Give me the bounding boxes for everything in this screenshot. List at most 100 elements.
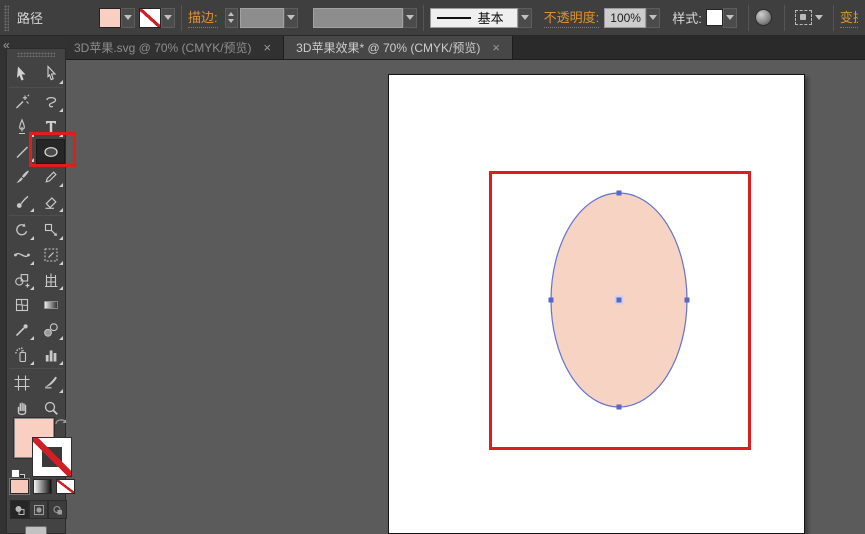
select-similar-dropdown[interactable] bbox=[815, 15, 823, 20]
tab-label: 3D苹果.svg @ 70% (CMYK/预览) bbox=[74, 39, 252, 56]
screen-mode-button[interactable] bbox=[21, 526, 51, 534]
graphic-style-swatch[interactable] bbox=[706, 9, 723, 26]
blend-tool[interactable] bbox=[36, 317, 65, 342]
opacity-value-field[interactable]: 100% bbox=[604, 8, 646, 28]
zoom-icon bbox=[42, 399, 60, 417]
anchor-point-left[interactable] bbox=[549, 298, 554, 303]
lasso-tool[interactable] bbox=[36, 89, 65, 114]
opacity-dropdown[interactable] bbox=[646, 8, 660, 28]
chevron-down-icon bbox=[287, 15, 295, 20]
center-point[interactable] bbox=[617, 298, 622, 303]
stroke-style-dropdown[interactable] bbox=[518, 8, 532, 28]
document-tab-2[interactable]: 3D苹果效果* @ 70% (CMYK/预览) × bbox=[284, 36, 513, 59]
transform-panel-link[interactable]: 变换 bbox=[840, 7, 858, 28]
width-tool[interactable] bbox=[7, 242, 36, 267]
stroke-style-value: 基本 bbox=[478, 8, 504, 27]
stroke-style-field[interactable]: 基本 bbox=[430, 8, 518, 28]
artboard-icon bbox=[13, 374, 31, 392]
lasso-icon bbox=[42, 93, 60, 111]
tab-close-icon[interactable]: × bbox=[264, 41, 272, 54]
magic-wand-tool[interactable] bbox=[7, 89, 36, 114]
paintbrush-icon bbox=[13, 168, 31, 186]
stroke-width-field[interactable] bbox=[240, 8, 284, 28]
fill-color-dropdown[interactable] bbox=[121, 8, 135, 28]
tools-dock: « bbox=[0, 36, 66, 534]
eraser-icon bbox=[42, 193, 60, 211]
default-fill-mini bbox=[11, 469, 20, 478]
symbol-sprayer-tool[interactable] bbox=[7, 342, 36, 367]
panel-grip-icon[interactable] bbox=[17, 52, 55, 57]
document-tab-bar: 3D苹果.svg @ 70% (CMYK/预览) × 3D苹果效果* @ 70%… bbox=[0, 36, 865, 60]
draw-normal-button[interactable] bbox=[10, 500, 29, 519]
artboard-tool[interactable] bbox=[7, 370, 36, 395]
annotation-red-box-tool bbox=[29, 132, 76, 167]
gradient-tool[interactable] bbox=[36, 292, 65, 317]
panel-grip-icon[interactable] bbox=[4, 5, 9, 31]
draw-behind-button[interactable] bbox=[29, 500, 48, 519]
brush-definition-dropdown[interactable] bbox=[403, 8, 417, 28]
hand-tool[interactable] bbox=[7, 395, 36, 420]
scale-tool[interactable] bbox=[36, 217, 65, 242]
separator bbox=[748, 5, 749, 31]
eraser-tool[interactable] bbox=[36, 189, 65, 214]
tab-close-icon[interactable]: × bbox=[492, 41, 500, 54]
fill-color-swatch[interactable] bbox=[99, 8, 121, 28]
opacity-panel-link[interactable]: 不透明度: bbox=[544, 7, 600, 28]
hand-icon bbox=[13, 399, 31, 417]
color-button[interactable] bbox=[10, 479, 29, 494]
separator bbox=[423, 5, 424, 31]
direct-selection-arrow-icon bbox=[42, 65, 60, 83]
selected-ellipse-shape[interactable] bbox=[539, 183, 699, 417]
none-slash-icon bbox=[33, 438, 71, 476]
recolor-artwork-icon[interactable] bbox=[755, 9, 772, 26]
chevron-down-icon bbox=[124, 15, 132, 20]
anchor-point-top[interactable] bbox=[617, 191, 622, 196]
mesh-icon bbox=[13, 296, 31, 314]
pen-nib-icon bbox=[13, 118, 31, 136]
eyedropper-tool[interactable] bbox=[7, 317, 36, 342]
separator bbox=[833, 5, 834, 31]
stroke-color-dropdown[interactable] bbox=[161, 8, 175, 28]
anchor-point-right[interactable] bbox=[685, 298, 690, 303]
gradient-button[interactable] bbox=[33, 479, 52, 494]
eyedropper-icon bbox=[13, 321, 31, 339]
stroke-color-swatch[interactable] bbox=[139, 8, 161, 28]
draw-inside-button[interactable] bbox=[48, 500, 67, 519]
direct-selection-tool[interactable] bbox=[36, 61, 65, 86]
control-bar: 路径 描边: 基本 不透明度: 100% 样式: bbox=[0, 0, 865, 36]
perspective-grid-tool[interactable] bbox=[36, 267, 65, 292]
draw-inside-icon bbox=[51, 503, 65, 517]
shape-builder-tool[interactable] bbox=[7, 267, 36, 292]
blob-brush-tool[interactable] bbox=[7, 189, 36, 214]
graphic-style-dropdown[interactable] bbox=[723, 8, 737, 28]
stroke-width-dropdown[interactable] bbox=[284, 8, 298, 28]
free-transform-tool[interactable] bbox=[36, 242, 65, 267]
divider bbox=[9, 215, 63, 216]
chevron-down-icon bbox=[406, 15, 414, 20]
selection-tool[interactable] bbox=[7, 61, 36, 86]
stroke-panel-link[interactable]: 描边: bbox=[188, 7, 218, 28]
paint-mode-buttons bbox=[10, 479, 75, 494]
chevron-down-icon bbox=[649, 15, 657, 20]
symbol-sprayer-icon bbox=[13, 346, 31, 364]
slice-tool[interactable] bbox=[36, 370, 65, 395]
brush-definition-field[interactable] bbox=[313, 8, 403, 28]
none-button[interactable] bbox=[56, 479, 75, 494]
chevron-down-icon bbox=[521, 15, 529, 20]
blend-icon bbox=[42, 321, 60, 339]
stroke-width-stepper[interactable] bbox=[225, 8, 238, 28]
anchor-point-bottom[interactable] bbox=[617, 405, 622, 410]
chevron-down-icon bbox=[164, 15, 172, 20]
rotate-tool[interactable] bbox=[7, 217, 36, 242]
screen-mode-icon bbox=[25, 526, 47, 534]
document-tab-1[interactable]: 3D苹果.svg @ 70% (CMYK/预览) × bbox=[62, 36, 284, 59]
column-graph-tool[interactable] bbox=[36, 342, 65, 367]
swap-fill-stroke-icon[interactable] bbox=[54, 415, 68, 429]
paintbrush-tool[interactable] bbox=[7, 164, 36, 189]
divider bbox=[9, 87, 63, 88]
pencil-tool[interactable] bbox=[36, 164, 65, 189]
mesh-tool[interactable] bbox=[7, 292, 36, 317]
chevron-down-icon bbox=[726, 15, 734, 20]
select-similar-icon[interactable] bbox=[795, 10, 812, 25]
stroke-proxy-swatch[interactable] bbox=[32, 437, 72, 477]
